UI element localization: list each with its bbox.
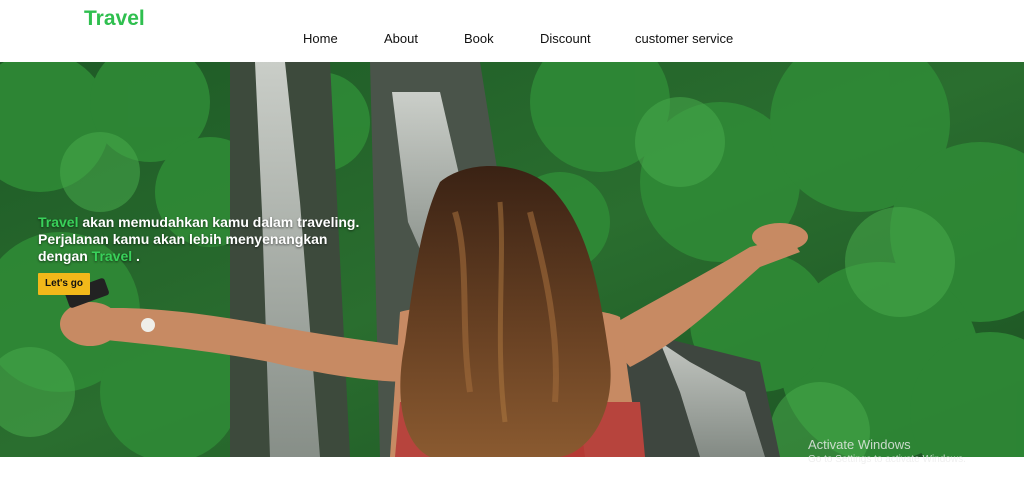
hero-line-3-prefix: dengan [38, 248, 92, 264]
lets-go-button[interactable]: Let's go [38, 273, 90, 295]
nav-item-customer-service[interactable]: customer service [635, 31, 733, 46]
watermark-title: Activate Windows [808, 437, 911, 452]
hero-line-2: Perjalanan kamu akan lebih menyenangkan [38, 231, 328, 247]
nav-item-home[interactable]: Home [303, 31, 338, 46]
hero-brand-accent: Travel [38, 214, 79, 230]
hero-brand-accent-2: Travel [91, 248, 133, 264]
hero-tagline: Travel akan memudahkan kamu dalam travel… [38, 214, 408, 265]
brand-logo[interactable]: Travel [84, 7, 145, 31]
nav-item-about[interactable]: About [384, 31, 418, 46]
nav-item-book[interactable]: Book [464, 31, 494, 46]
hero-line-1: akan memudahkan kamu dalam traveling. [78, 214, 360, 230]
hero-banner: Travel akan memudahkan kamu dalam travel… [0, 62, 1024, 457]
top-navbar: Travel Home About Book Discount customer… [0, 0, 1024, 62]
activate-windows-watermark: Activate Windows Go to Settings to activ… [808, 437, 966, 466]
hero-line-3-suffix: . [132, 248, 140, 264]
watermark-subtitle: Go to Settings to activate Windows. [808, 454, 966, 465]
nav-item-discount[interactable]: Discount [540, 31, 591, 46]
